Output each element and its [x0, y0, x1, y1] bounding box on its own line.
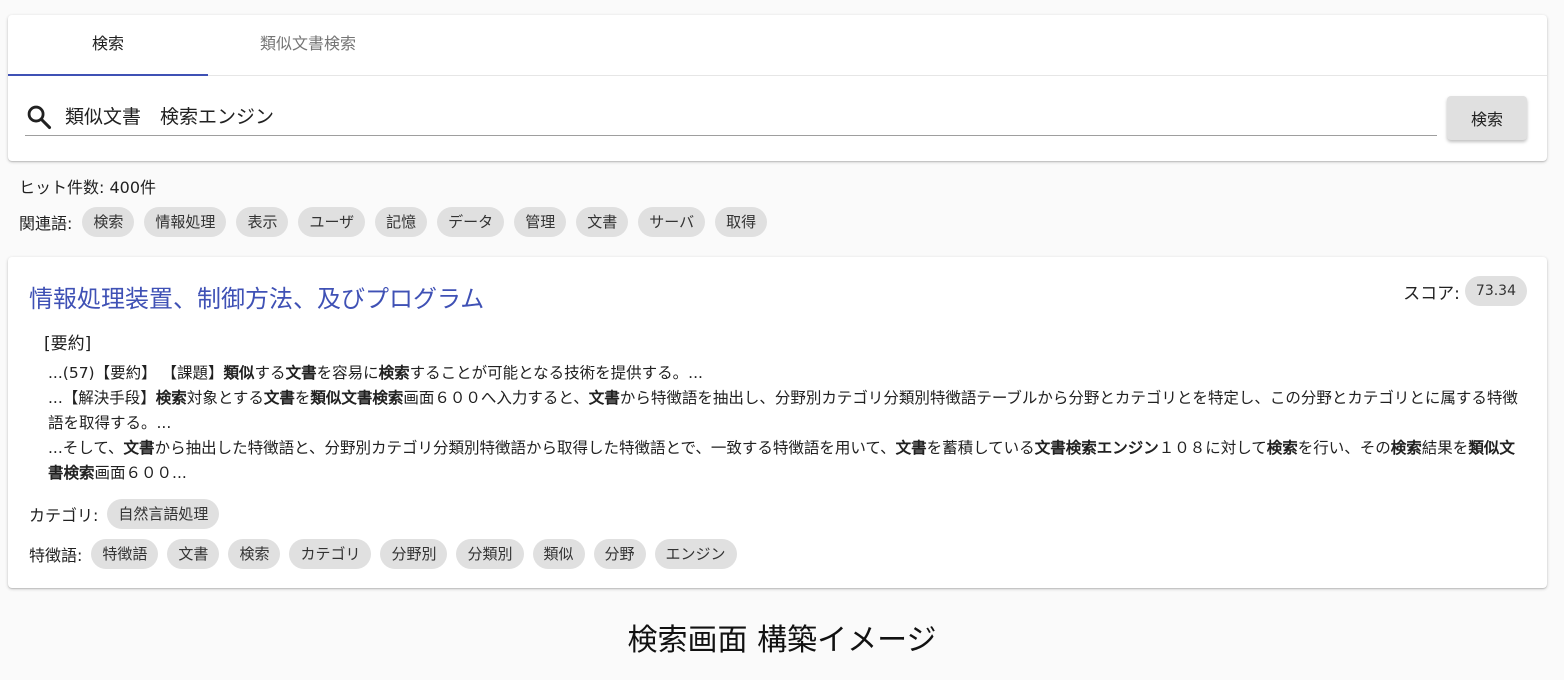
highlighted-term: 検索 [1390, 439, 1422, 457]
related-word-chip[interactable]: 記憶 [375, 207, 428, 237]
score-label: スコア: [1403, 283, 1460, 304]
related-word-chip[interactable]: ユーザ [298, 207, 366, 237]
result-card: 情報処理装置、制御方法、及びプログラム スコア: 73.34 [要約] ...(… [8, 257, 1547, 588]
summary-text: ...(57)【要約】 【課題】類似する文書を容易に検索することが可能となる技術… [48, 361, 1518, 486]
summary-segment: ...そして、 [48, 439, 124, 457]
highlighted-term: 検索 [1266, 439, 1298, 457]
summary-segment: することが可能となる技術を提供する。... [409, 364, 703, 382]
highlighted-term: 文書検索エンジン [1034, 439, 1159, 457]
highlighted-term: 類似 [223, 364, 255, 382]
summary-segment: を行い、その [1297, 439, 1391, 457]
related-word-chip[interactable]: 検索 [82, 207, 135, 237]
feature-word-chip[interactable]: 特徴語 [91, 539, 159, 569]
feature-word-chip[interactable]: 分野 [593, 539, 646, 569]
feature-word-chip[interactable]: 文書 [167, 539, 220, 569]
highlighted-term: 検索 [155, 389, 187, 407]
summary-segment: ...(57)【要約】 【課題】 [48, 364, 224, 382]
feature-word-chip[interactable]: 分野別 [380, 539, 448, 569]
highlighted-term: 文書 [263, 389, 295, 407]
category-label: カテゴリ: [29, 506, 99, 525]
related-word-chip[interactable]: サーバ [638, 207, 706, 237]
tab-search[interactable]: 検索 [8, 15, 208, 76]
category-row: カテゴリ: 自然言語処理 [29, 499, 220, 529]
summary-paragraph: ...【解決手段】検索対象とする文書を類似文書検索画面６００へ入力すると、文書か… [48, 386, 1518, 436]
summary-segment: 対象とする [186, 389, 264, 407]
category-chip[interactable]: 自然言語処理 [107, 499, 220, 529]
summary-segment: を [294, 389, 311, 407]
highlighted-term: 検索 [378, 364, 410, 382]
tab-similar-document-search[interactable]: 類似文書検索 [208, 15, 408, 75]
search-button[interactable]: 検索 [1447, 96, 1527, 140]
summary-segment: 結果を [1421, 439, 1469, 457]
highlighted-term: 文書 [123, 439, 155, 457]
highlighted-term: 文書 [285, 364, 317, 382]
feature-words-row: 特徴語: 特徴語 文書 検索 カテゴリ 分野別 分類別 類似 分野 エンジン [29, 539, 737, 569]
search-card: 検索 類似文書検索 検索 [8, 15, 1547, 161]
related-word-chip[interactable]: 管理 [514, 207, 567, 237]
related-word-chip[interactable]: 情報処理 [144, 207, 227, 237]
summary-segment: を容易に [316, 364, 379, 382]
feature-word-chip[interactable]: カテゴリ [289, 539, 372, 569]
search-input[interactable] [65, 99, 1425, 131]
hit-count: ヒット件数: 400件 [19, 174, 156, 198]
related-words-label: 関連語: [19, 214, 73, 233]
summary-segment: ...【解決手段】 [48, 389, 156, 407]
summary-paragraph: ...そして、文書から抽出した特徴語と、分野別カテゴリ分類別特徴語から取得した特… [48, 436, 1518, 486]
related-word-chip[interactable]: 表示 [236, 207, 289, 237]
feature-words-label: 特徴語: [29, 546, 83, 565]
highlighted-term: 類似文書検索 [310, 389, 404, 407]
related-words: 関連語: 検索 情報処理 表示 ユーザ 記憶 データ 管理 文書 サーバ 取得 [19, 207, 768, 237]
highlighted-term: 文書 [588, 389, 620, 407]
summary-segment: １０８に対して [1158, 439, 1267, 457]
search-field [25, 97, 1437, 136]
feature-word-chip[interactable]: 分類別 [456, 539, 524, 569]
hit-count-label: ヒット件数: [19, 178, 105, 197]
hit-count-value: 400件 [109, 178, 157, 197]
summary-heading: [要約] [44, 334, 92, 354]
summary-segment: する [254, 364, 286, 382]
summary-segment: を蓄積している [926, 439, 1035, 457]
result-title-link[interactable]: 情報処理装置、制御方法、及びプログラム [29, 279, 484, 314]
summary-segment: から抽出した特徴語と、分野別カテゴリ分類別特徴語から取得した特徴語とで、一致する… [154, 439, 896, 457]
feature-word-chip[interactable]: 検索 [228, 539, 281, 569]
highlighted-term: 文書 [895, 439, 927, 457]
summary-segment: 画面６００へ入力すると、 [403, 389, 589, 407]
related-word-chip[interactable]: 文書 [576, 207, 629, 237]
score-badge: 73.34 [1464, 276, 1527, 306]
feature-word-chip[interactable]: 類似 [532, 539, 585, 569]
tab-bar: 検索 類似文書検索 [8, 15, 1547, 76]
score: スコア: 73.34 [1403, 276, 1527, 306]
summary-segment: 画面６００... [94, 464, 187, 482]
related-word-chip[interactable]: データ [437, 207, 505, 237]
summary-paragraph: ...(57)【要約】 【課題】類似する文書を容易に検索することが可能となる技術… [48, 361, 1518, 386]
related-word-chip[interactable]: 取得 [715, 207, 768, 237]
feature-word-chip[interactable]: エンジン [654, 539, 737, 569]
search-icon [27, 105, 52, 130]
page-caption: 検索画面 構築イメージ [627, 623, 937, 658]
